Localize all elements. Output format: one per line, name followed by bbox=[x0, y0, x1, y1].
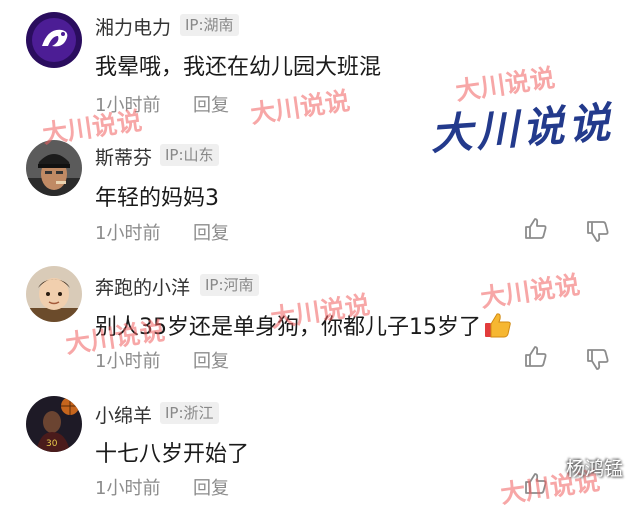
ip-location-badge: IP:湖南 bbox=[180, 14, 239, 36]
comment-time: 1小时前 bbox=[95, 223, 161, 244]
comment-text: 别人35岁还是单身狗，你都儿子15岁了 bbox=[95, 309, 513, 341]
username[interactable]: 小绵羊 bbox=[95, 401, 152, 428]
ip-location-badge: IP:河南 bbox=[200, 274, 259, 296]
toddler-avatar bbox=[26, 266, 82, 322]
user-avatar[interactable] bbox=[26, 140, 82, 196]
watermark-logo-text: 大川说说 bbox=[428, 97, 616, 160]
man-with-cap-avatar bbox=[26, 140, 82, 196]
basketball-player-avatar: 30 bbox=[26, 396, 82, 452]
dislike-icon[interactable] bbox=[586, 219, 610, 243]
purple-logo-avatar bbox=[26, 12, 82, 68]
reply-button[interactable]: 回复 bbox=[193, 219, 229, 245]
like-icon[interactable] bbox=[524, 472, 548, 496]
reply-button[interactable]: 回复 bbox=[193, 474, 229, 500]
like-icon[interactable] bbox=[524, 217, 548, 241]
signature-watermark: 杨鸿锰 bbox=[566, 458, 624, 480]
user-avatar[interactable] bbox=[26, 12, 82, 68]
dislike-icon[interactable] bbox=[586, 347, 610, 371]
reply-button[interactable]: 回复 bbox=[193, 91, 229, 117]
username[interactable]: 斯蒂芬 bbox=[95, 143, 152, 170]
username[interactable]: 奔跑的小洋 bbox=[95, 273, 190, 300]
ip-location-badge: IP:浙江 bbox=[160, 402, 219, 424]
svg-text:30: 30 bbox=[46, 439, 58, 449]
reply-button[interactable]: 回复 bbox=[193, 347, 229, 373]
comment-time: 1小时前 bbox=[95, 478, 161, 499]
comment-item: 奔跑的小洋 IP:河南 别人35岁还是单身狗，你都儿子15岁了 1小时前 回复 bbox=[0, 256, 640, 384]
comment-time: 1小时前 bbox=[95, 95, 161, 116]
comment-text-body: 别人35岁还是单身狗，你都儿子15岁了 bbox=[95, 315, 481, 340]
comment-text: 我晕哦，我还在幼儿园大班混 bbox=[95, 55, 382, 80]
username[interactable]: 湘力电力 bbox=[95, 13, 171, 40]
comment-text: 十七八岁开始了 bbox=[95, 442, 250, 467]
user-avatar[interactable]: 30 bbox=[26, 396, 82, 452]
like-icon[interactable] bbox=[524, 345, 548, 369]
thumbs-up-emoji-icon bbox=[483, 311, 513, 339]
comment-item: 30 小绵羊 IP:浙江 十七八岁开始了 1小时前 回复 bbox=[0, 384, 640, 512]
comment-time: 1小时前 bbox=[95, 351, 161, 372]
comment-text: 年轻的妈妈3 bbox=[95, 186, 219, 211]
user-avatar[interactable] bbox=[26, 266, 82, 322]
ip-location-badge: IP:山东 bbox=[160, 144, 219, 166]
